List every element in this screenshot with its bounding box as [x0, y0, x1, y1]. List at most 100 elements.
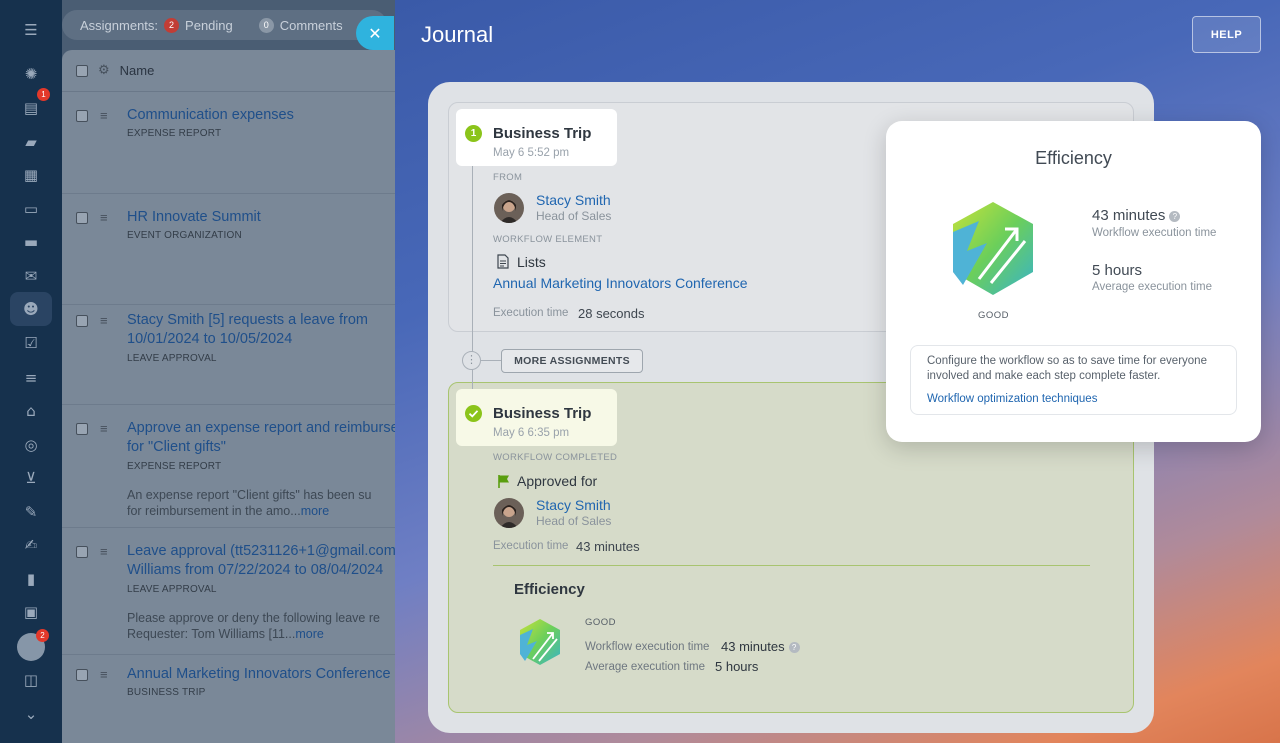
- step2-date: May 6 6:35 pm: [493, 427, 570, 439]
- more-assignments-button[interactable]: MORE ASSIGNMENTS: [501, 349, 643, 373]
- more-icon[interactable]: ⌄: [19, 702, 43, 726]
- efficiency-badge-icon: [515, 617, 565, 669]
- list-item-type: EXPENSE REPORT: [127, 461, 222, 472]
- help-icon[interactable]: ?: [788, 642, 800, 654]
- edit-icon[interactable]: ✍: [19, 533, 43, 557]
- row-checkbox[interactable]: [76, 423, 88, 435]
- approved-person-name[interactable]: Stacy Smith: [536, 497, 611, 513]
- avatar[interactable]: [494, 498, 524, 528]
- efficiency-note: Configure the workflow so as to save tim…: [910, 345, 1237, 415]
- chat-icon[interactable]: ▰: [19, 130, 43, 154]
- sign-icon[interactable]: ✎: [19, 500, 43, 524]
- step1-number: 1: [465, 125, 482, 142]
- row-checkbox[interactable]: [76, 669, 88, 681]
- row-checkbox[interactable]: [76, 212, 88, 224]
- flag-icon: [497, 474, 511, 489]
- row-menu-icon[interactable]: ≡: [100, 313, 108, 328]
- average-time-value: 5 hours: [715, 659, 759, 674]
- list-item[interactable]: ≡ HR Innovate Summit EVENT ORGANIZATION: [62, 208, 402, 305]
- assignments-pill[interactable]: Assignments: 2 Pending 0 Comments: [62, 10, 387, 40]
- menu-icon[interactable]: ☰: [19, 18, 43, 42]
- shop-icon[interactable]: ⊻: [19, 466, 43, 490]
- element-link[interactable]: Annual Marketing Innovators Conference: [493, 275, 747, 291]
- list-item-title[interactable]: Communication expenses: [127, 106, 412, 125]
- list-item-title-line2[interactable]: 10/01/2024 to 10/05/2024: [127, 330, 412, 349]
- list-item-title-line2[interactable]: Williams from 07/22/2024 to 08/04/2024: [127, 561, 412, 580]
- help-button[interactable]: HELP: [1192, 16, 1261, 53]
- comments-count: 0: [258, 17, 274, 33]
- close-icon: ✕: [368, 23, 382, 43]
- left-sidebar: ☰ ✺ ▤ 1 ▰ ▦ ▭ ▬ ✉ ☻ ☑ ≡ ⌂ ◎ ⊻ ✎ ✍ ▮ ▣ 2 ◫…: [0, 0, 62, 743]
- list-item[interactable]: ≡ Communication expenses EXPENSE REPORT: [62, 106, 402, 194]
- list-item-title[interactable]: Stacy Smith [5] requests a leave from: [127, 311, 412, 330]
- list-item-title[interactable]: Approve an expense report and reimburse: [127, 419, 412, 438]
- assignments-label: Assignments:: [80, 17, 159, 33]
- list-item-title-line2[interactable]: for "Client gifts": [127, 438, 412, 457]
- list-item-title[interactable]: Annual Marketing Innovators Conference: [127, 665, 412, 684]
- avatar[interactable]: 2: [17, 629, 49, 661]
- box-icon[interactable]: ◫: [19, 668, 43, 692]
- column-header-name[interactable]: Name: [120, 63, 155, 78]
- mail-icon[interactable]: ✉: [19, 264, 43, 288]
- contacts-icon[interactable]: ▣: [19, 600, 43, 624]
- more-dots-icon[interactable]: ⋮: [462, 351, 481, 370]
- drive-icon[interactable]: ▬: [19, 230, 43, 254]
- list-item-description-line2: Requester: Tom Williams [11...more: [127, 626, 412, 642]
- calendar-icon[interactable]: ▦: [19, 163, 43, 187]
- groups-icon[interactable]: ☻: [19, 297, 43, 321]
- list-item[interactable]: ≡ Stacy Smith [5] requests a leave from …: [62, 311, 402, 405]
- settings-gear-icon[interactable]: ⚙: [98, 63, 110, 78]
- docs-icon[interactable]: ▭: [19, 197, 43, 221]
- more-link[interactable]: more: [301, 504, 329, 518]
- pending-label[interactable]: Pending: [185, 18, 233, 33]
- execution-time-value: 43 minutes: [576, 539, 640, 554]
- more-link[interactable]: more: [295, 627, 323, 641]
- filter-icon[interactable]: ≡: [19, 366, 43, 390]
- execution-time-value: 28 seconds: [578, 306, 645, 321]
- row-menu-icon[interactable]: ≡: [100, 667, 108, 682]
- company-icon[interactable]: ⌂: [19, 399, 43, 423]
- feed-badge: 1: [37, 88, 50, 101]
- tasks-icon[interactable]: ☑: [19, 331, 43, 355]
- efficiency-popup: Efficiency GOOD 43 minutes? Workflow exe…: [886, 121, 1261, 442]
- row-checkbox[interactable]: [76, 315, 88, 327]
- step2-title: Business Trip: [493, 405, 592, 422]
- close-slider-button[interactable]: ✕: [356, 16, 394, 50]
- row-menu-icon[interactable]: ≡: [100, 421, 108, 436]
- analytics-icon[interactable]: ▮: [19, 567, 43, 591]
- execution-time-label: Execution time: [493, 540, 569, 552]
- feed-icon[interactable]: ▤ 1: [19, 88, 50, 120]
- efficiency-divider: [493, 565, 1090, 566]
- from-person-name[interactable]: Stacy Smith: [536, 192, 611, 208]
- assignments-list: ⚙ Name ≡ Communication expenses EXPENSE …: [62, 50, 402, 743]
- list-item-title[interactable]: HR Innovate Summit: [127, 208, 412, 227]
- step1-title: Business Trip: [493, 125, 592, 142]
- efficiency-note-text: Configure the workflow so as to save tim…: [927, 355, 1207, 382]
- pending-count: 2: [164, 17, 180, 33]
- row-menu-icon[interactable]: ≡: [100, 108, 108, 123]
- list-item[interactable]: ≡ Approve an expense report and reimburs…: [62, 419, 402, 528]
- optimization-link[interactable]: Workflow optimization techniques: [927, 393, 1097, 405]
- row-menu-icon[interactable]: ≡: [100, 544, 108, 559]
- avatar[interactable]: [494, 193, 524, 223]
- list-item-type: LEAVE APPROVAL: [127, 584, 217, 595]
- comments-label[interactable]: Comments: [280, 18, 343, 33]
- goals-icon[interactable]: ◎: [19, 433, 43, 457]
- workflow-time-value: 43 minutes?: [1092, 207, 1181, 224]
- average-time-value: 5 hours: [1092, 262, 1143, 279]
- workflow-time-label: Workflow execution time: [1092, 227, 1217, 239]
- list-item-description: An expense report "Client gifts" has bee…: [127, 488, 372, 502]
- row-checkbox[interactable]: [76, 546, 88, 558]
- row-menu-icon[interactable]: ≡: [100, 210, 108, 225]
- from-person-role: Head of Sales: [536, 209, 612, 223]
- sites-icon[interactable]: ✺: [19, 62, 43, 86]
- select-all-checkbox[interactable]: [76, 64, 88, 77]
- workflow-element-label: WORKFLOW ELEMENT: [493, 234, 603, 245]
- help-icon[interactable]: ?: [1169, 210, 1181, 222]
- list-item-title[interactable]: Leave approval (tt5231126+1@gmail.com: [127, 542, 412, 561]
- list-item-type: LEAVE APPROVAL: [127, 353, 217, 364]
- list-item[interactable]: ≡ Leave approval (tt5231126+1@gmail.com …: [62, 542, 402, 655]
- list-item[interactable]: ≡ Annual Marketing Innovators Conference…: [62, 665, 402, 735]
- row-checkbox[interactable]: [76, 110, 88, 122]
- workflow-time-value: 43 minutes?: [721, 639, 800, 654]
